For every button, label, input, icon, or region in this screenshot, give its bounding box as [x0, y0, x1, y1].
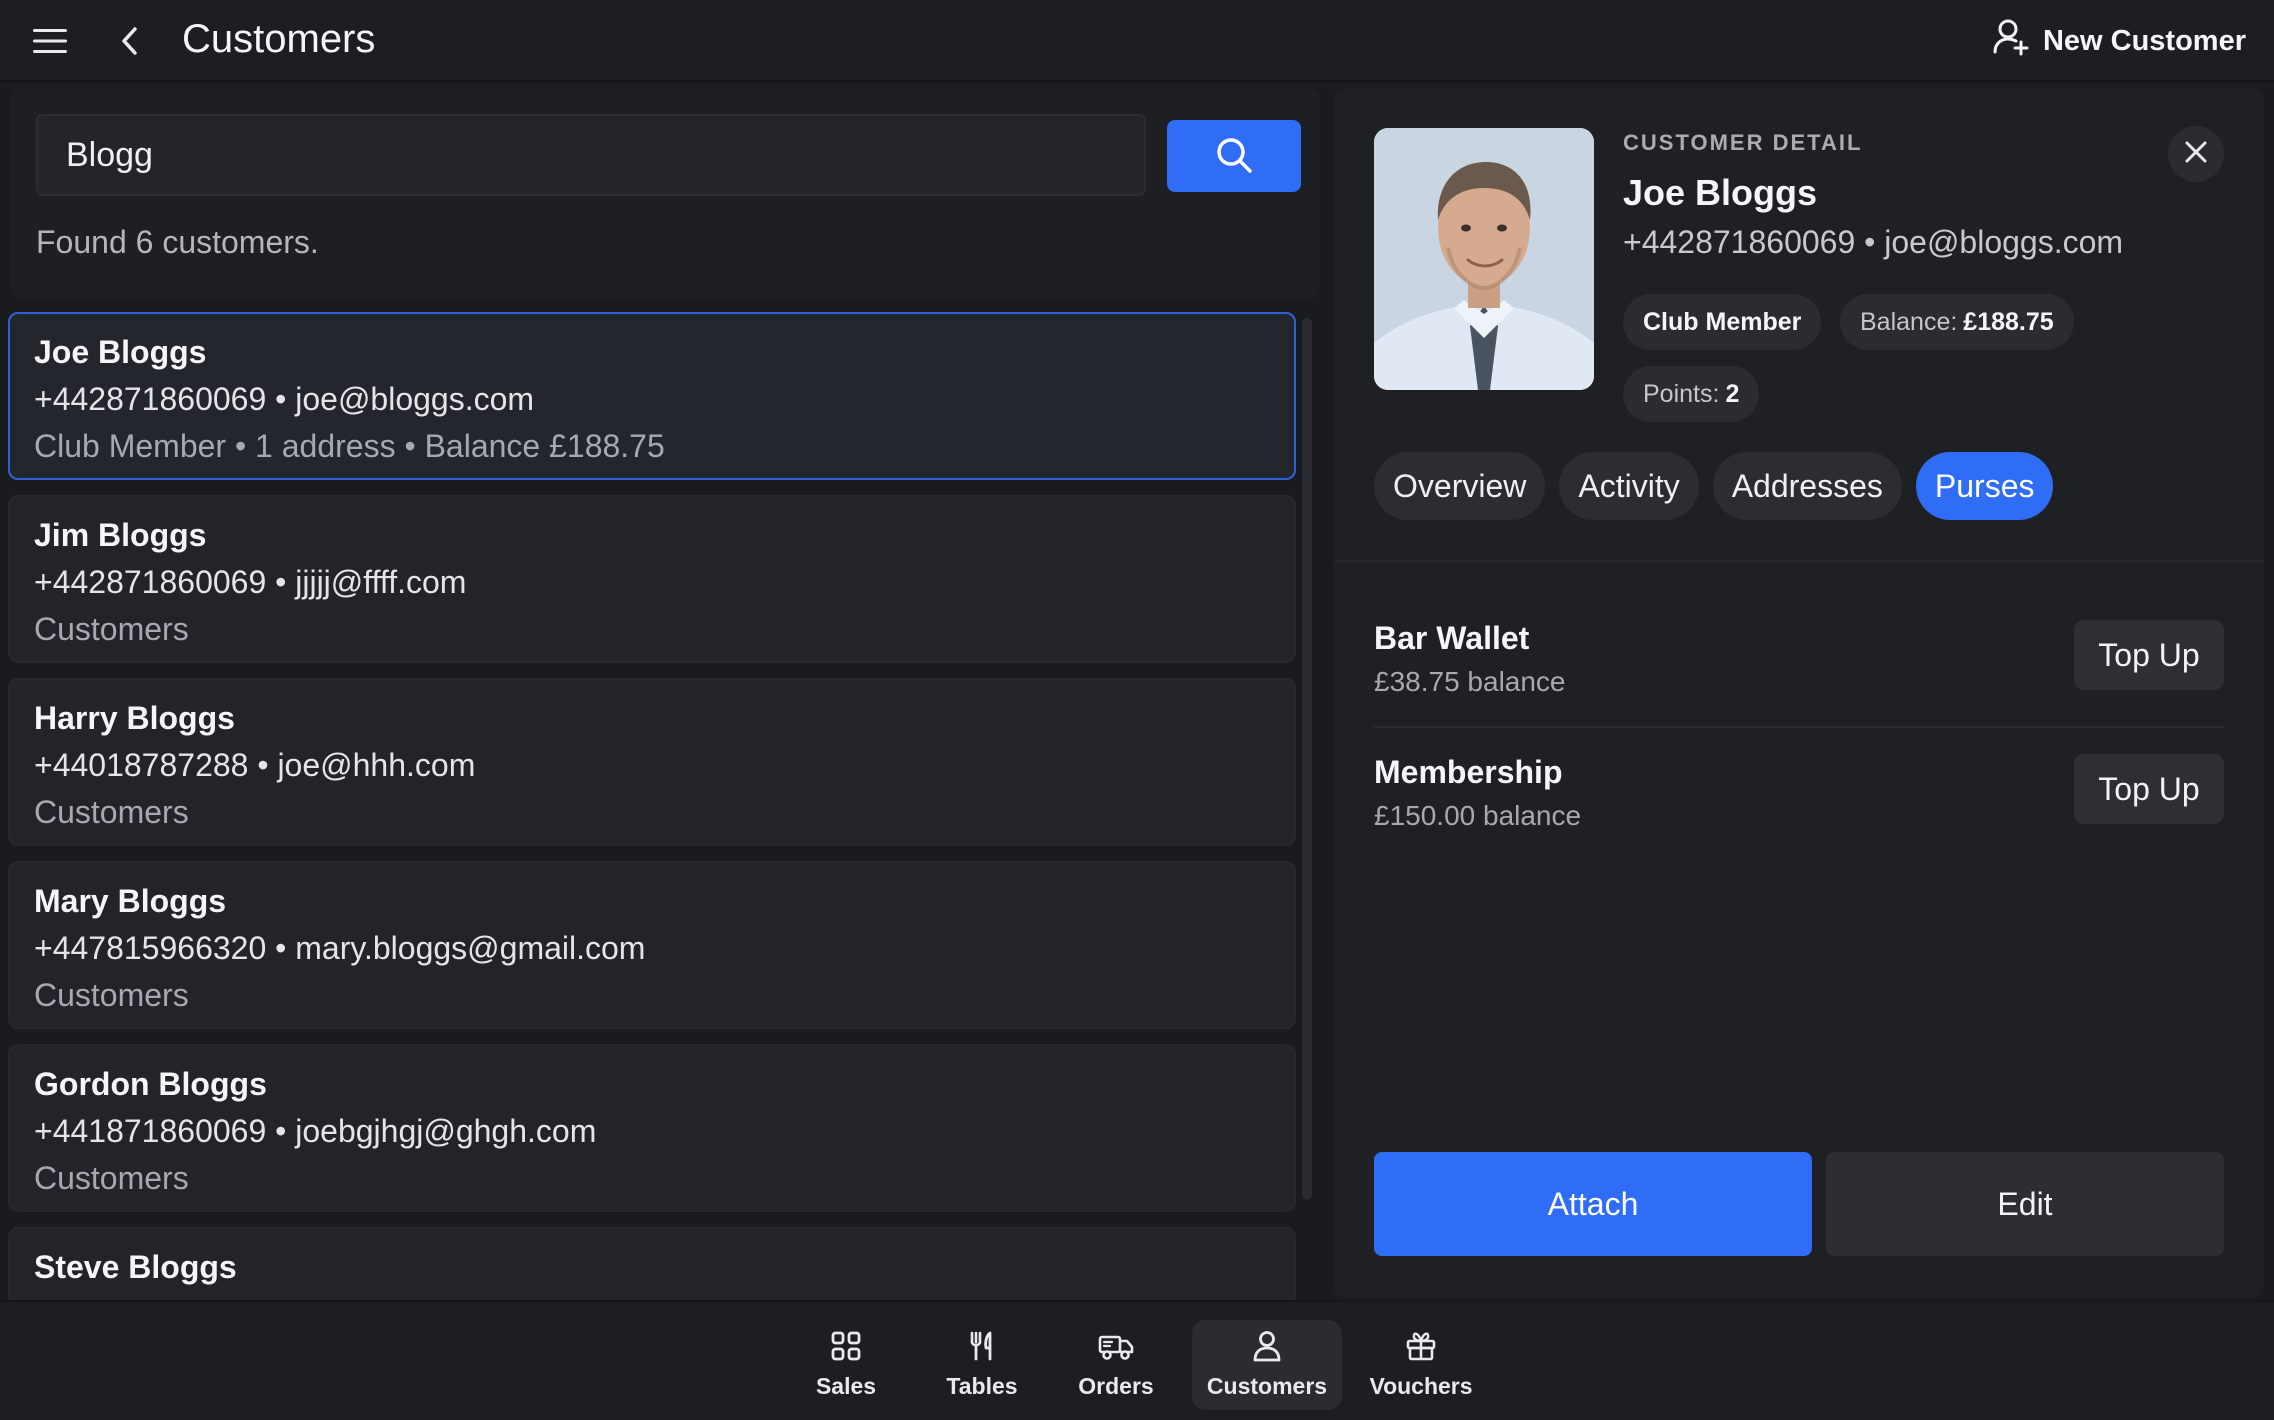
- gift-icon: [1405, 1330, 1437, 1367]
- balance-label: Balance:: [1860, 307, 1958, 336]
- close-detail-button[interactable]: [2168, 126, 2224, 182]
- person-icon: [1252, 1330, 1282, 1367]
- points-badge: Points: 2: [1623, 366, 1760, 422]
- purse-balance: £38.75 balance: [1374, 666, 1566, 697]
- purse-divider: [1374, 726, 2224, 728]
- detail-customer-contact: +442871860069 • joe@bloggs.com: [1623, 224, 2124, 260]
- balance-value: £188.75: [1963, 307, 2054, 336]
- edit-button[interactable]: Edit: [1826, 1152, 2224, 1256]
- tab-activity[interactable]: Activity: [1559, 452, 1699, 520]
- list-scrollbar[interactable]: [1302, 318, 1312, 1200]
- points-label: Points:: [1643, 379, 1720, 408]
- purse-bar-wallet: Bar Wallet £38.75 balance Top Up: [1374, 620, 2224, 750]
- detail-tabs: Overview Activity Addresses Purses: [1374, 452, 2054, 520]
- customer-name: Joe Bloggs: [34, 334, 207, 370]
- customer-contact: +44018787288 • joe@hhh.com: [34, 747, 476, 783]
- hamburger-menu-icon[interactable]: [30, 22, 70, 60]
- detail-customer-name: Joe Bloggs: [1623, 172, 1818, 213]
- customer-contact: +441871860069 • joebgjhgj@ghgh.com: [34, 1113, 597, 1149]
- customer-name: Jim Bloggs: [34, 517, 207, 553]
- customer-meta: Customers: [34, 794, 189, 830]
- grid-icon: [830, 1330, 862, 1367]
- top-bar: Customers New Customer: [0, 0, 2274, 82]
- customer-meta: Club Member • 1 address • Balance £188.7…: [34, 428, 665, 464]
- truck-icon: [1098, 1330, 1134, 1367]
- add-person-icon: [1993, 18, 2029, 64]
- customer-name: Steve Bloggs: [34, 1249, 237, 1285]
- nav-orders[interactable]: Orders: [1070, 1320, 1162, 1410]
- balance-badge: Balance: £188.75: [1840, 294, 2074, 350]
- tab-addresses[interactable]: Addresses: [1712, 452, 1902, 520]
- purse-name: Membership: [1374, 754, 1563, 790]
- search-icon: [1215, 136, 1253, 177]
- customer-meta: Customers: [34, 977, 189, 1013]
- customer-meta: Customers: [34, 611, 189, 647]
- back-chevron-icon[interactable]: [110, 22, 150, 60]
- close-icon: [2184, 140, 2208, 169]
- nav-label: Vouchers: [1369, 1373, 1473, 1399]
- customer-name: Gordon Bloggs: [34, 1066, 267, 1102]
- customer-avatar: [1374, 128, 1594, 390]
- customer-meta: Customers: [34, 1160, 189, 1196]
- points-value: 2: [1725, 379, 1740, 408]
- nav-tables[interactable]: Tables: [932, 1320, 1032, 1410]
- tabs-divider: [1334, 560, 2264, 562]
- group-badge: Club Member: [1623, 294, 1822, 350]
- customer-row-joe-bloggs[interactable]: Joe Bloggs +442871860069 • joe@bloggs.co…: [8, 312, 1296, 480]
- customer-list: Joe Bloggs +442871860069 • joe@bloggs.co…: [8, 312, 1298, 1312]
- purse-balance: £150.00 balance: [1374, 800, 1582, 831]
- bottom-navigation: Sales Tables Orders Customers Vouchers: [0, 1300, 2274, 1420]
- search-input[interactable]: [36, 114, 1146, 196]
- nav-label: Customers: [1206, 1373, 1328, 1399]
- nav-label: Orders: [1078, 1373, 1154, 1399]
- page-title: Customers: [182, 17, 376, 61]
- top-up-button[interactable]: Top Up: [2074, 754, 2224, 824]
- top-up-button[interactable]: Top Up: [2074, 620, 2224, 690]
- customer-row-gordon-bloggs[interactable]: Gordon Bloggs +441871860069 • joebgjhgj@…: [8, 1044, 1296, 1212]
- results-count: Found 6 customers.: [36, 224, 319, 260]
- tab-overview[interactable]: Overview: [1374, 452, 1546, 520]
- customer-name: Harry Bloggs: [34, 700, 235, 736]
- tab-purses[interactable]: Purses: [1915, 452, 2054, 520]
- purse-membership: Membership £150.00 balance Top Up: [1374, 754, 2224, 884]
- purse-name: Bar Wallet: [1374, 620, 1530, 656]
- customer-row-jim-bloggs[interactable]: Jim Bloggs +442871860069 • jjjjj@ffff.co…: [8, 495, 1296, 663]
- cutlery-icon: [966, 1330, 998, 1367]
- search-button[interactable]: [1167, 120, 1301, 192]
- customer-contact: +447815966320 • mary.bloggs@gmail.com: [34, 930, 646, 966]
- new-customer-button[interactable]: New Customer: [1993, 18, 2246, 64]
- customer-row-mary-bloggs[interactable]: Mary Bloggs +447815966320 • mary.bloggs@…: [8, 861, 1296, 1029]
- new-customer-label: New Customer: [2042, 24, 2246, 57]
- nav-sales[interactable]: Sales: [800, 1320, 892, 1410]
- nav-label: Tables: [946, 1373, 1018, 1399]
- nav-customers[interactable]: Customers: [1192, 1320, 1342, 1410]
- customer-name: Mary Bloggs: [34, 883, 227, 919]
- customer-contact: +442871860069 • joe@bloggs.com: [34, 381, 535, 417]
- group-badge-label: Club Member: [1643, 307, 1802, 336]
- customer-row-harry-bloggs[interactable]: Harry Bloggs +44018787288 • joe@hhh.com …: [8, 678, 1296, 846]
- nav-vouchers[interactable]: Vouchers: [1368, 1320, 1474, 1410]
- nav-label: Sales: [815, 1373, 877, 1399]
- attach-button[interactable]: Attach: [1374, 1152, 1812, 1256]
- detail-eyebrow: CUSTOMER DETAIL: [1623, 130, 1863, 155]
- customer-detail-panel: CUSTOMER DETAIL Joe Bloggs +442871860069…: [1334, 88, 2264, 1298]
- search-panel: Found 6 customers.: [10, 88, 1320, 298]
- customer-contact: +442871860069 • jjjjj@ffff.com: [34, 564, 467, 600]
